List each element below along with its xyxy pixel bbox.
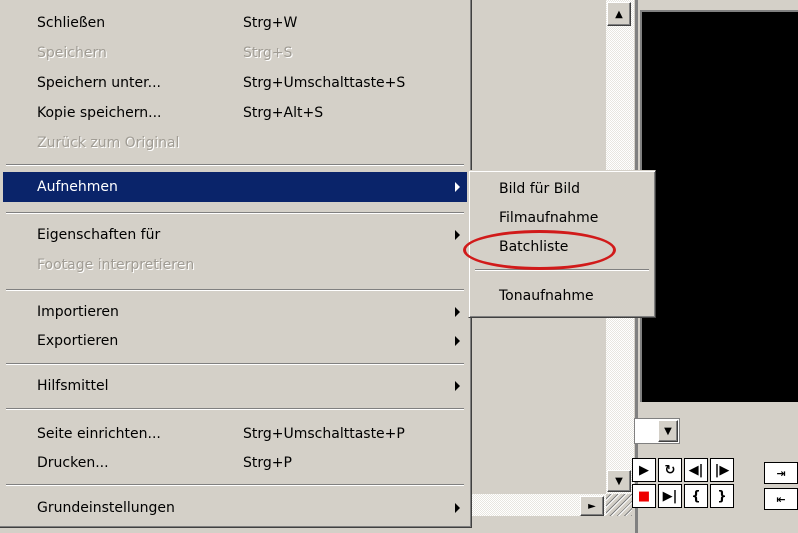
menu-item-label: Grundeinstellungen — [37, 500, 175, 516]
menu-separator — [6, 408, 464, 410]
loop-icon[interactable]: ↻ — [658, 458, 682, 482]
menu-item-exportieren[interactable]: Exportieren — [3, 326, 467, 356]
edit-controls: ⇥ ⇤ — [764, 462, 798, 510]
chevron-down-icon: ▼ — [664, 425, 672, 437]
playback-controls: ▶ ↻ ◀| |▶ ■ ▶| { } — [632, 458, 734, 508]
scroll-up-button[interactable]: ▲ — [607, 2, 631, 26]
menu-item-shortcut: Strg+W — [243, 15, 298, 31]
menu-item-label: Importieren — [37, 304, 119, 320]
menu-item-drucken[interactable]: Drucken... Strg+P — [3, 448, 467, 478]
menu-item-label: Footage interpretieren — [37, 257, 195, 273]
menu-item-label: Exportieren — [37, 333, 119, 349]
menu-separator — [6, 212, 464, 214]
overlay-edit-icon[interactable]: ⇤ — [764, 488, 798, 510]
menu-item-seite-einrichten[interactable]: Seite einrichten... Strg+Umschalttaste+P — [3, 419, 467, 449]
annotation-highlight-ring — [463, 230, 616, 270]
menu-item-shortcut: Strg+Alt+S — [243, 105, 324, 121]
mark-in-icon[interactable]: { — [684, 484, 708, 508]
menu-item-shortcut: Strg+S — [243, 45, 293, 61]
go-to-end-icon[interactable]: ▶| — [658, 484, 682, 508]
menu-item-grundeinstellungen[interactable]: Grundeinstellungen — [3, 493, 467, 523]
menu-separator — [6, 289, 464, 291]
play-icon[interactable]: ▶ — [632, 458, 656, 482]
submenu-separator — [475, 269, 649, 271]
menu-separator — [6, 164, 464, 166]
arrow-down-icon: ▼ — [615, 475, 623, 487]
menu-item-label: Kopie speichern... — [37, 105, 162, 121]
dropdown-button[interactable]: ▼ — [658, 420, 678, 442]
menu-item-label: Speichern — [37, 45, 107, 61]
submenu-item-label: Filmaufnahme — [499, 210, 599, 226]
submenu-arrow-icon — [455, 230, 460, 240]
submenu-item-label: Tonaufnahme — [499, 288, 594, 304]
submenu-arrow-icon — [455, 381, 460, 391]
menu-item-footage-interpretieren: Footage interpretieren — [3, 250, 467, 280]
menu-item-shortcut: Strg+P — [243, 455, 292, 471]
menu-item-label: Seite einrichten... — [37, 426, 161, 442]
scroll-down-button[interactable]: ▼ — [607, 470, 631, 492]
step-back-icon[interactable]: ◀| — [684, 458, 708, 482]
menu-item-label: Zurück zum Original — [37, 135, 180, 151]
menu-item-aufnehmen[interactable]: Aufnehmen — [3, 172, 467, 202]
record-icon[interactable]: ■ — [632, 484, 656, 508]
scroll-right-button[interactable]: ► — [580, 496, 604, 516]
menu-item-zurueck-zum-original: Zurück zum Original — [3, 128, 467, 158]
menu-item-hilfsmittel[interactable]: Hilfsmittel — [3, 371, 467, 401]
insert-edit-icon[interactable]: ⇥ — [764, 462, 798, 484]
mark-out-icon[interactable]: } — [710, 484, 734, 508]
menu-item-schliessen[interactable]: Schließen Strg+W — [3, 8, 467, 38]
menu-item-shortcut: Strg+Umschalttaste+S — [243, 75, 406, 91]
submenu-item-bild-fuer-bild[interactable]: Bild für Bild — [469, 175, 655, 203]
menu-item-speichern: Speichern Strg+S — [3, 38, 467, 68]
menu-item-importieren[interactable]: Importieren — [3, 297, 467, 327]
menu-item-eigenschaften-fuer[interactable]: Eigenschaften für — [3, 220, 467, 250]
menu-item-label: Hilfsmittel — [37, 378, 109, 394]
resize-grip[interactable] — [606, 494, 632, 516]
arrow-right-icon: ► — [588, 500, 596, 512]
menu-item-label: Aufnehmen — [37, 179, 118, 195]
submenu-arrow-icon — [455, 182, 460, 192]
menu-item-speichern-unter[interactable]: Speichern unter... Strg+Umschalttaste+S — [3, 68, 467, 98]
file-menu: Schließen Strg+W Speichern Strg+S Speich… — [0, 0, 472, 528]
submenu-arrow-icon — [455, 336, 460, 346]
menu-item-label: Eigenschaften für — [37, 227, 161, 243]
submenu-item-tonaufnahme[interactable]: Tonaufnahme — [469, 282, 655, 310]
monitor-dropdown[interactable]: ▼ — [634, 418, 680, 444]
menu-separator — [6, 484, 464, 486]
menu-item-shortcut: Strg+Umschalttaste+P — [243, 426, 405, 442]
arrow-up-icon: ▲ — [615, 8, 623, 20]
menu-item-label: Drucken... — [37, 455, 109, 471]
submenu-item-label: Bild für Bild — [499, 181, 580, 197]
step-forward-icon[interactable]: |▶ — [710, 458, 734, 482]
menu-item-label: Schließen — [37, 15, 106, 31]
menu-separator — [6, 363, 464, 365]
submenu-arrow-icon — [455, 307, 460, 317]
submenu-item-filmaufnahme[interactable]: Filmaufnahme — [469, 204, 655, 232]
submenu-arrow-icon — [455, 503, 460, 513]
menu-item-kopie-speichern[interactable]: Kopie speichern... Strg+Alt+S — [3, 98, 467, 128]
menu-item-label: Speichern unter... — [37, 75, 161, 91]
video-monitor — [640, 10, 798, 402]
